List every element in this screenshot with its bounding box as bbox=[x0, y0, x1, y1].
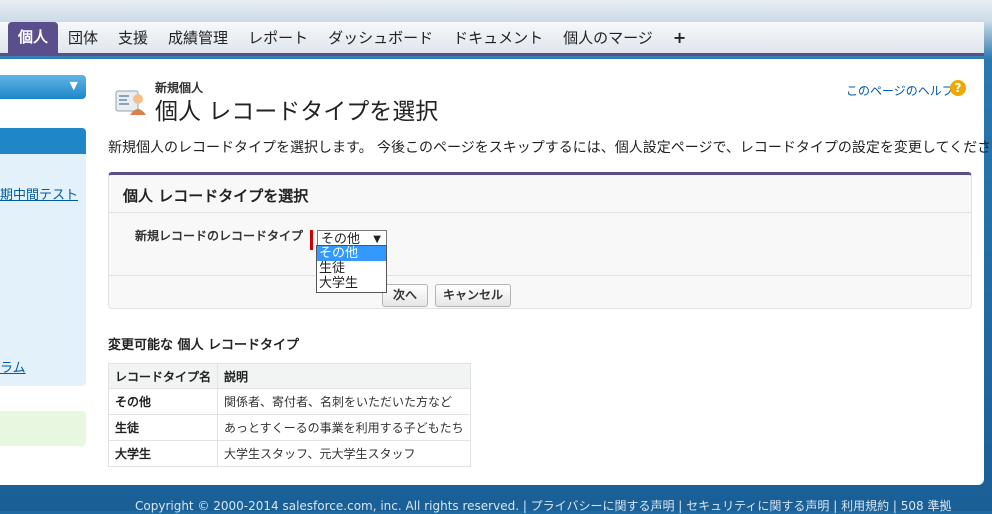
record-type-name: その他 bbox=[107, 388, 219, 415]
table-row: 大学生 大学生スタッフ、元大学生スタッフ bbox=[107, 440, 471, 467]
tab-persons[interactable]: 個人 bbox=[8, 22, 59, 53]
tab-support[interactable]: 支援 bbox=[108, 23, 158, 53]
required-indicator bbox=[310, 230, 313, 250]
record-types-table: レコードタイプ名 説明 その他 関係者、寄付者、名刺をいただいた方など 生徒 あ… bbox=[107, 363, 471, 467]
sidebar-link-program[interactable]: ラム bbox=[0, 357, 26, 376]
add-tab-icon[interactable]: + bbox=[663, 23, 696, 53]
tab-bar: 個人 団体 支援 成績管理 レポート ダッシュボード ドキュメント 個人のマージ… bbox=[0, 22, 984, 56]
sidebar-green-box bbox=[0, 411, 86, 446]
column-header: 説明 bbox=[217, 363, 471, 389]
tab-documents[interactable]: ドキュメント bbox=[443, 23, 553, 53]
tab-reports[interactable]: レポート bbox=[238, 23, 318, 53]
sidebar-box bbox=[0, 128, 86, 386]
section-title: 個人 レコードタイプを選択 bbox=[109, 175, 971, 213]
chevron-down-icon: ▼ bbox=[69, 79, 78, 92]
next-button[interactable]: 次へ bbox=[382, 284, 428, 307]
record-type-label: 新規レコードのレコードタイプ bbox=[135, 229, 304, 243]
record-type-description: 関係者、寄付者、名刺をいただいた方など bbox=[217, 388, 471, 415]
table-header-row: レコードタイプ名 説明 bbox=[107, 363, 471, 389]
button-row: 次へ キャンセル bbox=[109, 275, 971, 307]
tab-grades[interactable]: 成績管理 bbox=[158, 23, 238, 53]
sidebar-create-new-dropdown[interactable]: ▼ bbox=[0, 75, 86, 99]
tab-person-merge[interactable]: 個人のマージ bbox=[553, 23, 663, 53]
record-type-name: 大学生 bbox=[107, 440, 219, 467]
record-type-section: 個人 レコードタイプを選択 新規レコードのレコードタイプ その他 ▼ 次へ キャ… bbox=[108, 172, 972, 309]
tab-dashboards[interactable]: ダッシュボード bbox=[318, 23, 443, 53]
option-other[interactable]: その他 bbox=[317, 246, 386, 261]
option-university-student[interactable]: 大学生 bbox=[317, 276, 386, 291]
cancel-button[interactable]: キャンセル bbox=[435, 284, 511, 307]
person-card-icon bbox=[115, 90, 146, 115]
table-row: 生徒 あっとすくーるの事業を利用する子どもたち bbox=[107, 414, 471, 441]
record-type-options: その他 生徒 大学生 bbox=[316, 245, 387, 293]
record-type-name: 生徒 bbox=[107, 414, 219, 441]
column-header: レコードタイプ名 bbox=[107, 363, 219, 389]
sidebar-box-header bbox=[0, 128, 86, 154]
help-icon[interactable]: ? bbox=[950, 80, 966, 96]
sidebar-link-midterm[interactable]: 期中間テスト bbox=[0, 184, 78, 203]
table-row: その他 関係者、寄付者、名刺をいただいた方など bbox=[107, 388, 471, 415]
page-description: 新規個人のレコードタイプを選択します。 今後このページをスキップするには、個人設… bbox=[108, 140, 992, 156]
option-student[interactable]: 生徒 bbox=[317, 261, 386, 276]
record-type-description: あっとすくーるの事業を利用する子どもたち bbox=[217, 414, 471, 441]
help-link[interactable]: このページのヘルプ bbox=[846, 82, 954, 99]
record-type-description: 大学生スタッフ、元大学生スタッフ bbox=[217, 440, 471, 467]
page-title: 個人 レコードタイプを選択 bbox=[155, 99, 439, 125]
tab-organizations[interactable]: 団体 bbox=[58, 23, 108, 53]
types-heading: 変更可能な 個人 レコードタイプ bbox=[108, 338, 300, 353]
footer-copyright: Copyright © 2000-2014 salesforce.com, in… bbox=[135, 499, 952, 513]
